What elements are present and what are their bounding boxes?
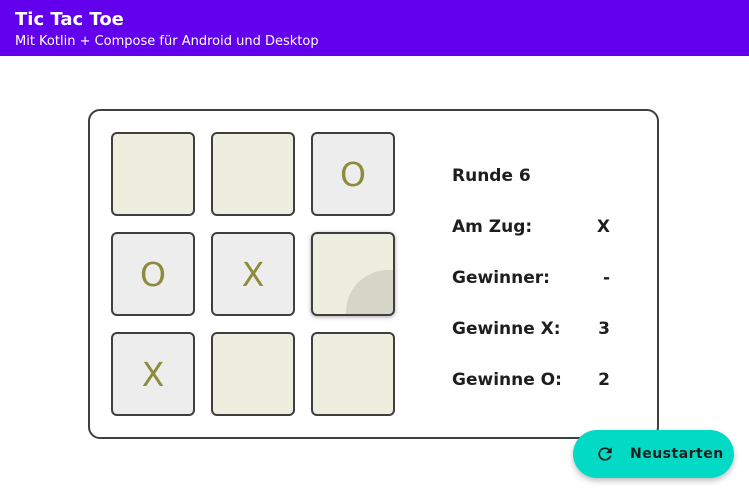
winner-label: Gewinner: [452,268,550,288]
wins-o-value: 2 [598,370,610,390]
board-cell-5[interactable]: X [211,232,295,316]
game-card: O O X X Runde 6 Am Zug: X Gewinner: - Ge… [88,109,659,439]
app-subtitle: Mit Kotlin + Compose für Android und Des… [15,34,319,49]
wins-x-value: 3 [598,319,610,339]
board-cell-1[interactable] [111,132,195,216]
board-cell-6[interactable] [311,232,395,316]
board-cell-8[interactable] [211,332,295,416]
refresh-icon [598,447,612,461]
restart-button[interactable]: Neustarten [573,430,734,478]
board-cell-4[interactable]: O [111,232,195,316]
app-bar: Tic Tac Toe Mit Kotlin + Compose für And… [0,0,749,56]
turn-label: Am Zug: [452,217,533,237]
wins-x-label: Gewinne X: [452,319,561,339]
round-label: Runde 6 [452,166,531,186]
turn-value: X [596,217,610,237]
restart-label: Neustarten [630,446,724,462]
board-cell-9[interactable] [311,332,395,416]
ripple-highlight [346,270,393,314]
wins-o-label: Gewinne O: [452,370,562,390]
board-cell-7[interactable]: X [111,332,195,416]
board-cell-3[interactable]: O [311,132,395,216]
winner-value: - [602,268,610,288]
board-cell-2[interactable] [211,132,295,216]
app-title: Tic Tac Toe [15,9,124,30]
